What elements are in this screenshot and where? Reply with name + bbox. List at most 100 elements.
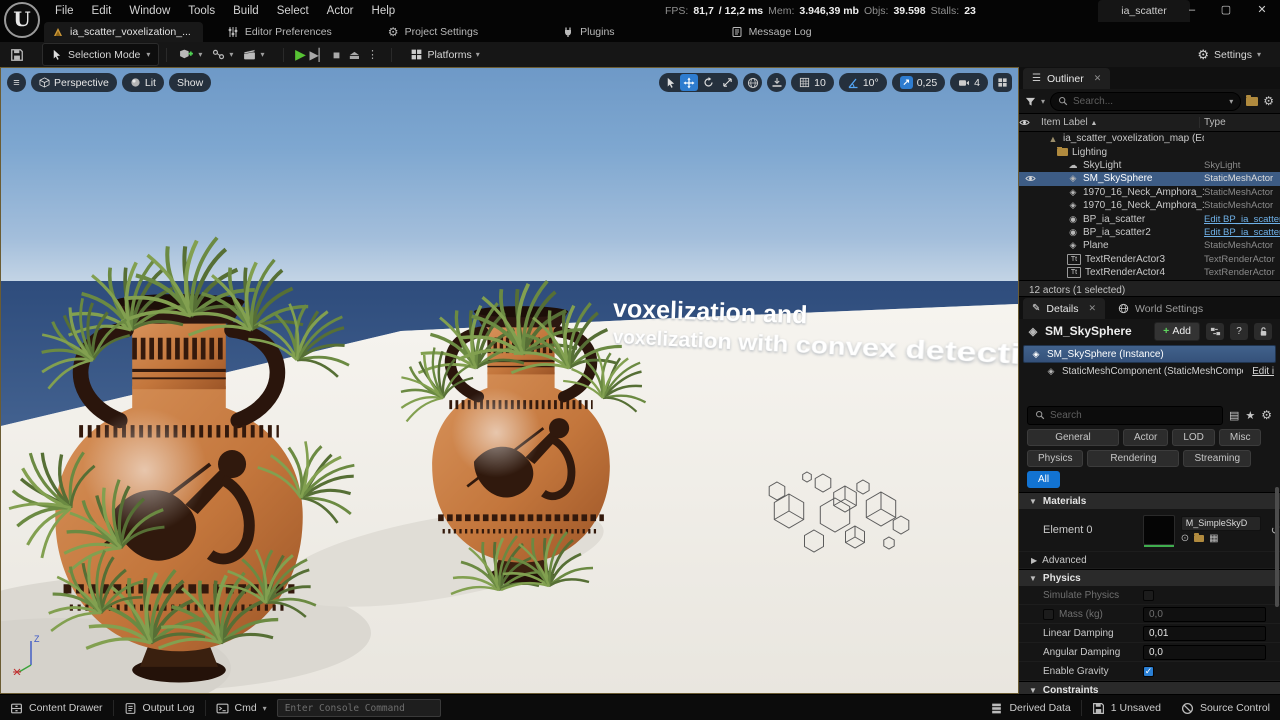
simulate-physics-checkbox[interactable] — [1143, 590, 1154, 601]
filter-general[interactable]: General — [1027, 429, 1119, 446]
close-button[interactable]: ✕ — [1248, 0, 1276, 22]
selection-mode-dropdown[interactable]: Selection Mode ▾ — [42, 43, 159, 66]
filter-physics[interactable]: Physics — [1027, 450, 1083, 467]
outliner-row-bp-ia-scatter2[interactable]: ◉BP_ia_scatter2Edit BP_ia_scatter — [1019, 226, 1280, 239]
edit-blueprint-link[interactable]: Edit BP_ia_scatter — [1204, 214, 1280, 225]
blueprints-button[interactable]: ▾ — [207, 44, 238, 65]
filter-rendering[interactable]: Rendering — [1087, 450, 1179, 467]
mass-kg--field[interactable]: 0,0 — [1143, 607, 1266, 622]
tab-plugins[interactable]: Plugins — [552, 22, 624, 42]
section-physics[interactable]: ▼ Physics — [1019, 569, 1280, 586]
edit-blueprint-link[interactable]: Edit BP_ia_scatter — [1204, 227, 1280, 238]
derived-data-button[interactable]: Derived Data — [980, 695, 1080, 720]
menu-item-build[interactable]: Build — [224, 0, 268, 22]
move-tool-button[interactable] — [680, 74, 698, 91]
outliner-row-textrenderactor4[interactable]: TtTextRenderActor4TextRenderActor — [1019, 266, 1280, 279]
column-item-label[interactable]: Item Label ▲ — [1041, 117, 1199, 128]
enable-gravity-checkbox[interactable]: ✓ — [1143, 666, 1154, 677]
details-settings-gear-icon[interactable]: ⚙ — [1261, 408, 1272, 422]
camera-speed-control[interactable]: 4 — [950, 73, 988, 92]
filter-funnel-icon[interactable] — [1025, 96, 1036, 107]
section-materials[interactable]: ▼ Materials — [1019, 492, 1280, 509]
show-dropdown[interactable]: Show — [169, 73, 211, 92]
details-search-input[interactable]: Search — [1027, 406, 1223, 425]
stop-button[interactable]: ■ — [327, 48, 345, 62]
use-selected-asset-icon[interactable]: ⊙ — [1181, 533, 1189, 544]
tab-project-settings[interactable]: ⚙Project Settings — [378, 22, 488, 42]
filter-all[interactable]: All — [1027, 471, 1060, 488]
outliner-row-1970-16-neck-amphora-100k2[interactable]: ◈1970_16_Neck_Amphora_100K2StaticMeshAct… — [1019, 199, 1280, 212]
unreal-logo-icon[interactable]: U — [4, 2, 40, 38]
menu-item-edit[interactable]: Edit — [83, 0, 121, 22]
menu-item-select[interactable]: Select — [268, 0, 318, 22]
menu-item-actor[interactable]: Actor — [318, 0, 363, 22]
filter-streaming[interactable]: Streaming — [1183, 450, 1251, 467]
scale-snap-control[interactable]: ↗ 0,25 — [892, 73, 945, 92]
surface-snapping-button[interactable] — [767, 73, 786, 92]
column-type[interactable]: Type — [1199, 117, 1280, 128]
linear-damping-field[interactable]: 0,01 — [1143, 626, 1266, 641]
cmd-dropdown[interactable]: Cmd ▾ — [206, 695, 277, 720]
outliner-search-input[interactable]: Search... ▾ — [1050, 92, 1241, 111]
add-actor-button[interactable]: ▾ — [174, 44, 207, 65]
favorites-star-icon[interactable]: ★ — [1245, 409, 1255, 422]
visibility-toggle[interactable] — [1019, 173, 1041, 184]
maximize-viewport-button[interactable] — [993, 73, 1012, 92]
menu-item-window[interactable]: Window — [120, 0, 179, 22]
material-select-dropdown[interactable]: M_SimpleSkyD — [1181, 516, 1261, 531]
component-row[interactable]: ◈ StaticMeshComponent (StaticMeshCompone… — [1019, 363, 1280, 379]
display-filter-icon[interactable]: ▤ — [1229, 409, 1239, 422]
outliner-row-bp-ia-scatter[interactable]: ◉BP_ia_scatterEdit BP_ia_scatter — [1019, 212, 1280, 225]
outliner-row-1970-16-neck-amphora-100k[interactable]: ◈1970_16_Neck_Amphora_100KStaticMeshActo… — [1019, 186, 1280, 199]
tab-world-settings[interactable]: World Settings — [1109, 298, 1212, 319]
content-drawer-button[interactable]: Content Drawer — [0, 695, 113, 720]
details-scrollbar[interactable] — [1275, 487, 1279, 607]
world-local-toggle[interactable] — [743, 73, 762, 92]
advanced-expander[interactable]: ▶ Advanced — [1019, 552, 1280, 569]
menu-item-help[interactable]: Help — [363, 0, 405, 22]
filter-lod[interactable]: LOD — [1172, 429, 1215, 446]
maximize-button[interactable]: ▢ — [1212, 0, 1240, 22]
perspective-dropdown[interactable]: Perspective — [31, 73, 117, 92]
scale-tool-button[interactable] — [718, 74, 736, 91]
lit-dropdown[interactable]: Lit — [122, 73, 164, 92]
viewport-options-menu[interactable]: ≡ — [7, 73, 26, 92]
instance-root-row[interactable]: ◈ SM_SkySphere (Instance) — [1023, 345, 1276, 363]
filter-misc[interactable]: Misc — [1219, 429, 1262, 446]
mass-kg--override-checkbox[interactable] — [1043, 609, 1054, 620]
browse-to-asset-icon[interactable] — [1194, 535, 1204, 542]
add-component-button[interactable]: + Add — [1154, 322, 1200, 341]
unsaved-changes-button[interactable]: 1 Unsaved — [1082, 695, 1171, 720]
tab-message-log[interactable]: Message Log — [721, 22, 822, 42]
filter-actor[interactable]: Actor — [1123, 429, 1168, 446]
tab-outliner[interactable]: ☰ Outliner ✕ — [1023, 68, 1110, 89]
angular-damping-field[interactable]: 0,0 — [1143, 645, 1266, 660]
outliner-row-ia-scatter-voxelization-map-editor-[interactable]: ▲ia_scatter_voxelization_map (Editor) — [1019, 132, 1280, 145]
chevron-down-icon[interactable]: ▾ — [1041, 97, 1045, 106]
outliner-row-skylight[interactable]: ☁SkyLightSkyLight — [1019, 159, 1280, 172]
create-folder-icon[interactable] — [1246, 97, 1258, 106]
play-options-kebab-icon[interactable]: ⋮ — [363, 48, 381, 61]
grid-snap-control[interactable]: 10 — [791, 73, 834, 92]
menu-item-tools[interactable]: Tools — [179, 0, 224, 22]
save-button[interactable] — [10, 48, 24, 62]
outliner-row-textrenderactor3[interactable]: TtTextRenderActor3TextRenderActor — [1019, 253, 1280, 266]
rotation-snap-control[interactable]: 10° — [839, 73, 887, 92]
output-log-button[interactable]: Output Log — [114, 695, 205, 720]
console-command-input[interactable]: Enter Console Command — [277, 699, 441, 717]
scene-canvas[interactable] — [1, 68, 1018, 693]
menu-item-file[interactable]: File — [46, 0, 83, 22]
outliner-row-lighting[interactable]: Lighting — [1019, 145, 1280, 158]
source-control-button[interactable]: Source Control — [1171, 695, 1280, 720]
level-viewport[interactable]: voxelization and voxelization with conve… — [0, 67, 1019, 694]
outliner-row-sm-skysphere[interactable]: ◈SM_SkySphereStaticMeshActor — [1019, 172, 1280, 185]
lock-details-button[interactable] — [1254, 323, 1272, 340]
select-tool-button[interactable] — [661, 74, 679, 91]
platforms-dropdown[interactable]: Platforms ▾ — [405, 44, 484, 65]
viewport-overlay-text[interactable]: voxelization and voxelization with conve… — [613, 298, 926, 349]
outliner-row-plane[interactable]: ◈PlaneStaticMeshActor — [1019, 239, 1280, 252]
rotate-tool-button[interactable] — [699, 74, 717, 91]
outliner-settings-gear-icon[interactable]: ⚙ — [1263, 94, 1274, 108]
help-button[interactable]: ? — [1230, 323, 1248, 340]
cinematics-button[interactable]: ▾ — [238, 44, 269, 65]
